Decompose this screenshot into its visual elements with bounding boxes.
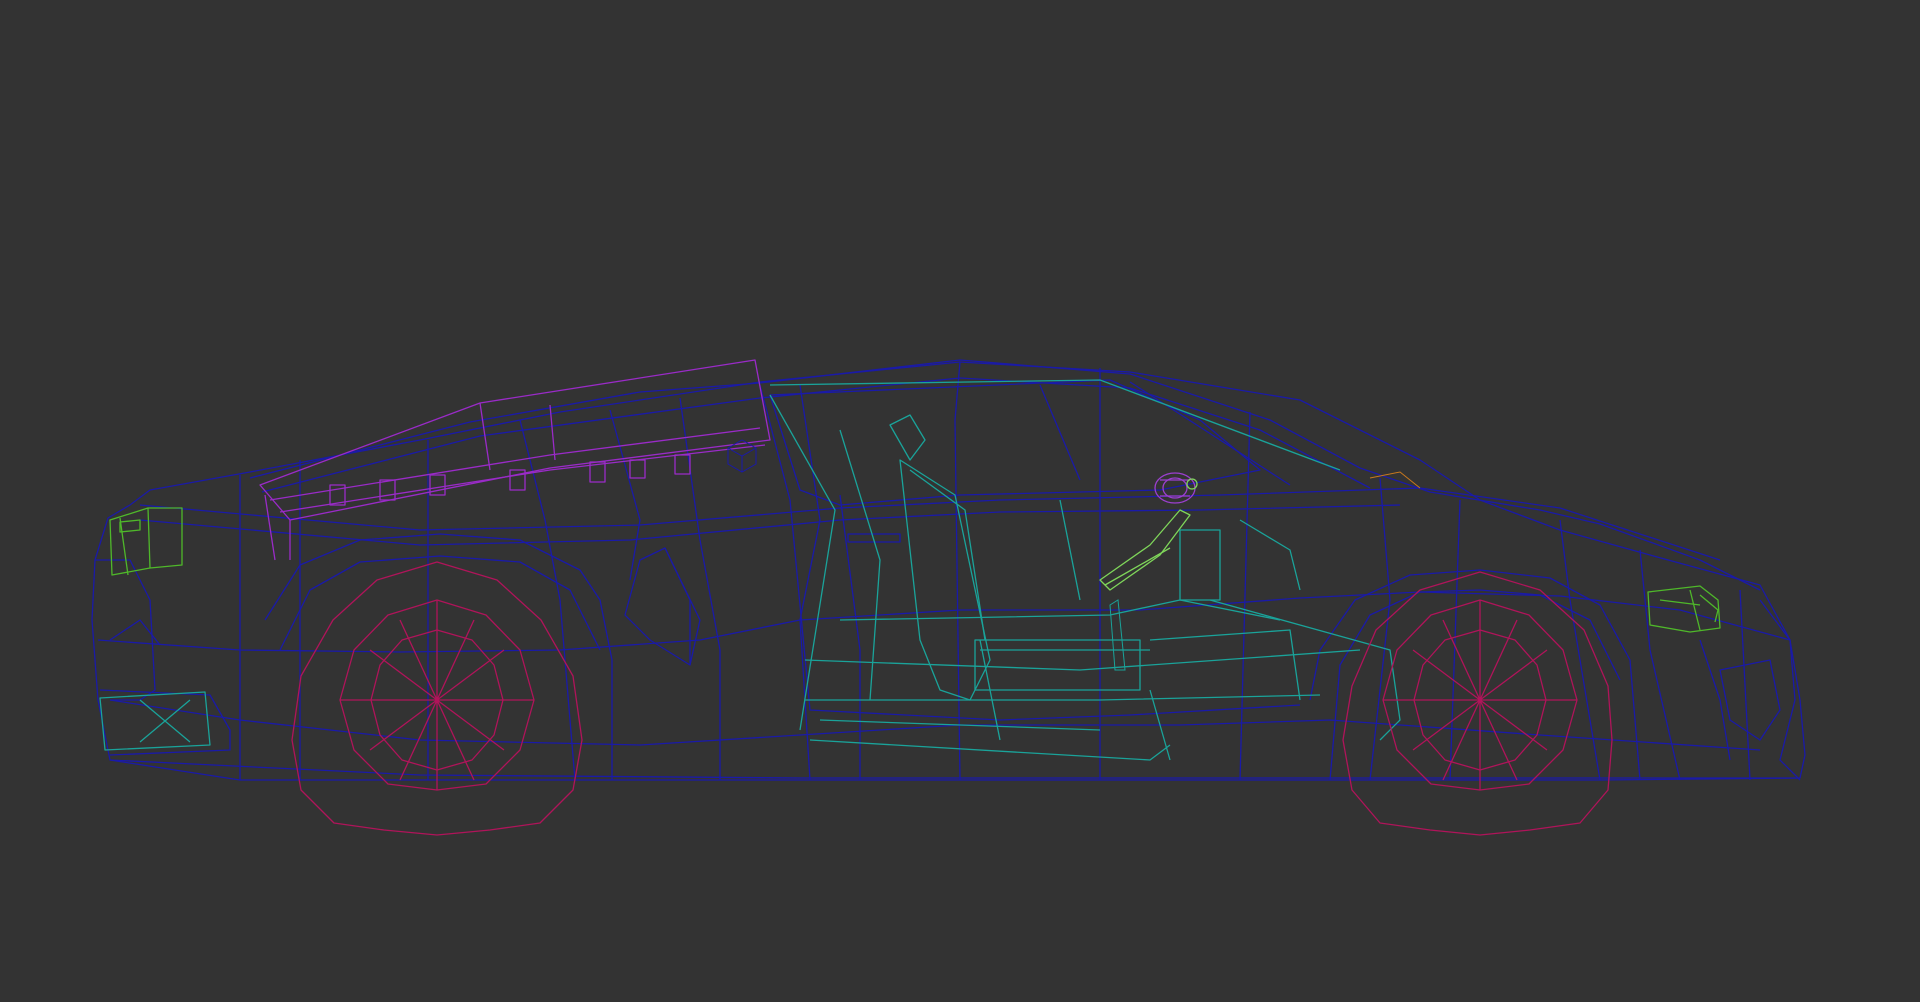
seat[interactable] — [889, 414, 1150, 701]
interior-cabin[interactable] — [769, 379, 1401, 761]
3d-viewport[interactable] — [0, 0, 1920, 1002]
steering-column[interactable] — [1099, 509, 1191, 591]
side-mirror[interactable] — [1154, 472, 1198, 504]
wireframe-canvas[interactable] — [0, 0, 1920, 1002]
roof-rail[interactable] — [259, 359, 771, 561]
taillight[interactable] — [1647, 585, 1721, 633]
headlight[interactable] — [109, 507, 183, 576]
car-body[interactable] — [91, 359, 1806, 781]
front-wheel[interactable] — [291, 561, 583, 836]
